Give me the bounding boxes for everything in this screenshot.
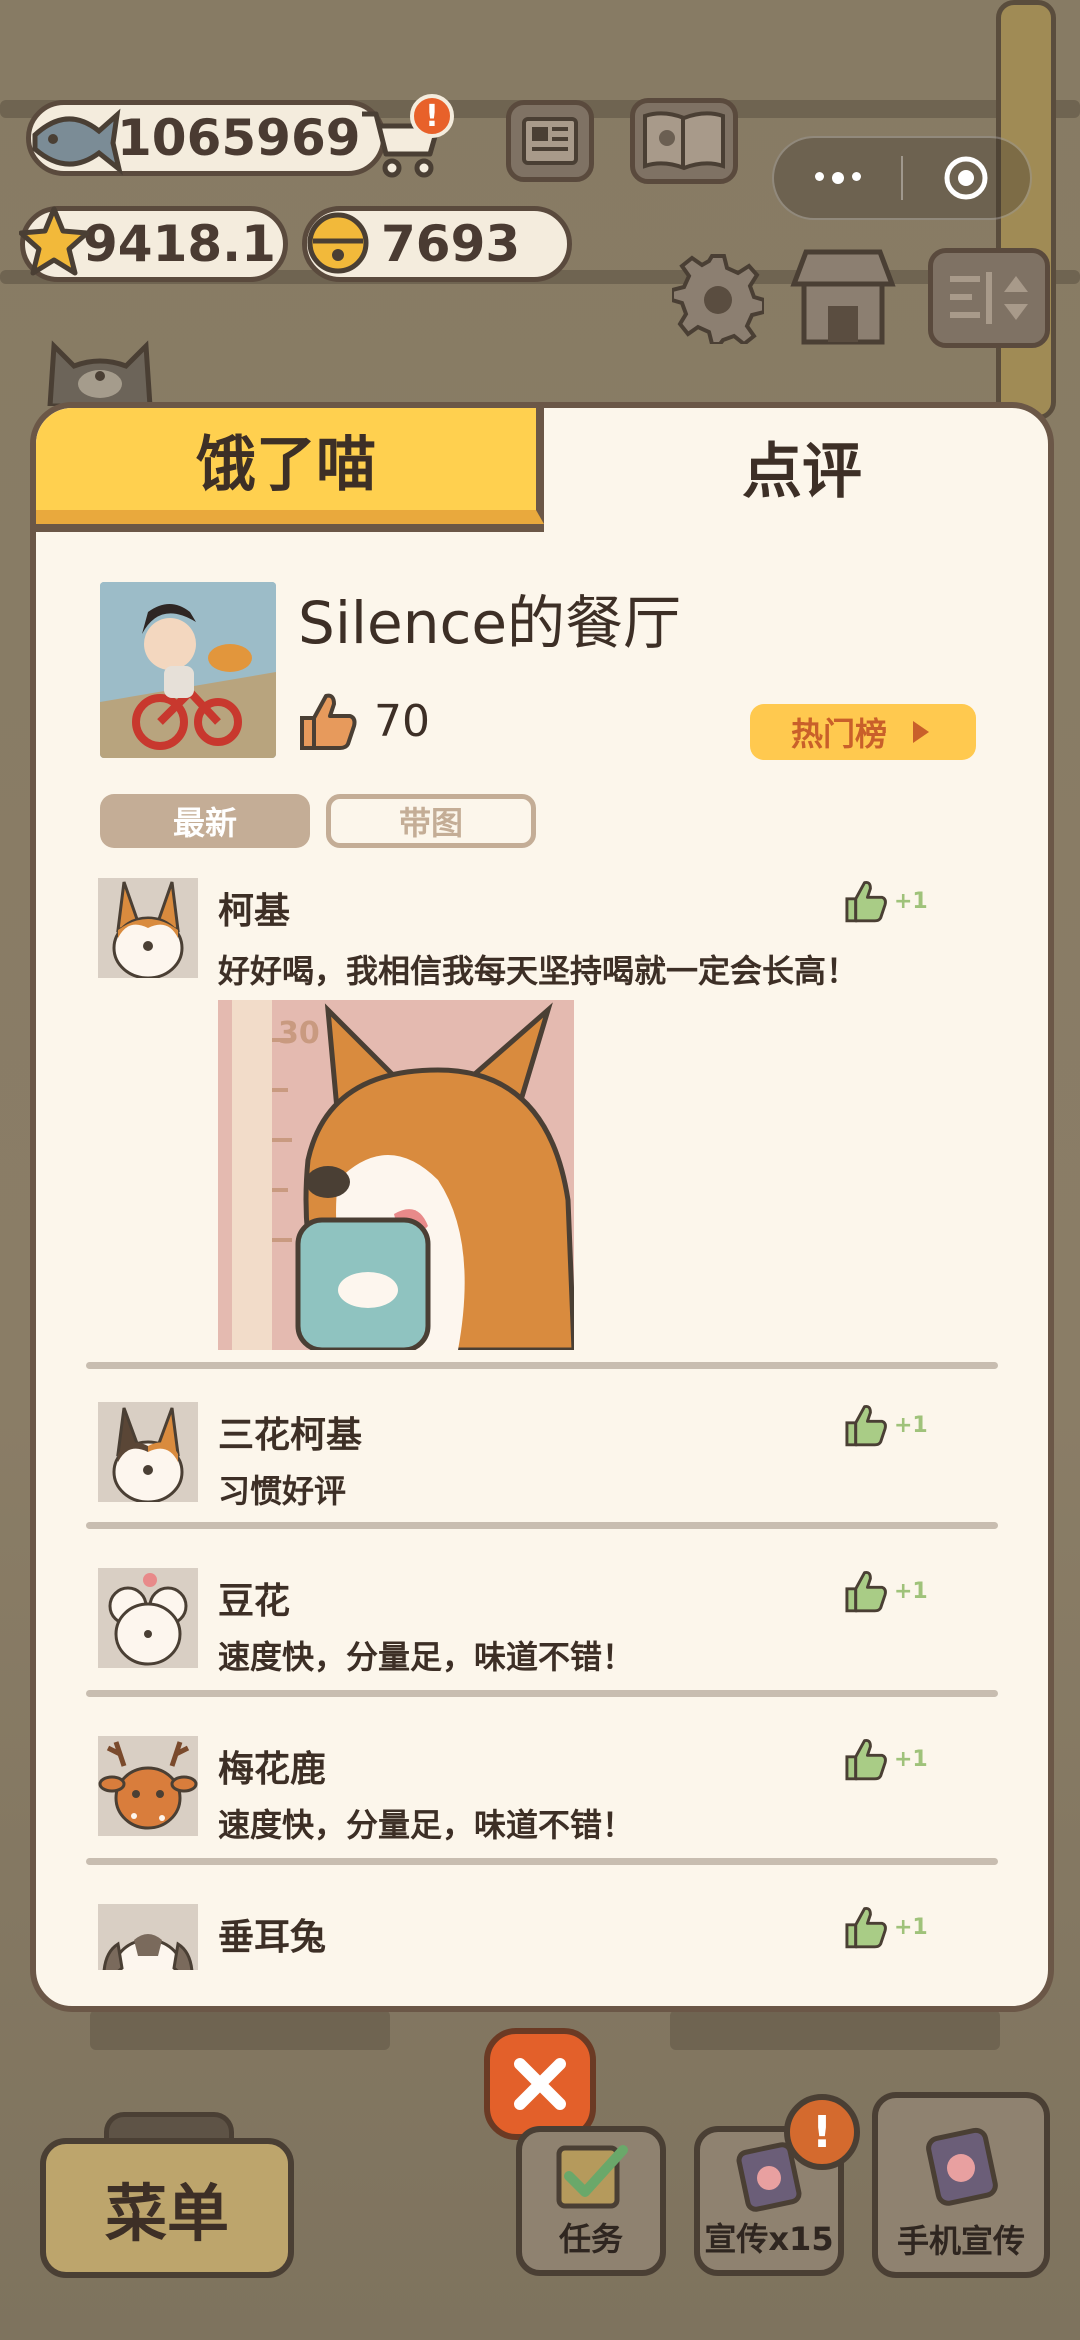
star-amount: 9418.1 [83,215,276,273]
like-plus-one: +1 [894,1914,928,1940]
thumbs-up-icon [845,1404,887,1447]
like-plus-one: +1 [894,1412,928,1438]
thumbs-up-icon [845,1906,887,1949]
reviewer-name: 三花柯基 [218,1415,363,1456]
phone-flyer-icon [926,2127,998,2206]
close-button[interactable] [484,2028,596,2140]
reviewer-name: 豆花 [218,1581,291,1622]
star-icon [19,205,89,277]
review-separator [86,1362,998,1369]
review-like-button[interactable]: +1 [844,1568,928,1614]
fish-amount: 1065969 [117,109,361,167]
deer-avatar [98,1736,198,1836]
hot-list-button[interactable]: 热门榜 [750,704,976,760]
close-miniprogram-icon[interactable] [903,154,1030,202]
review-panel: 饿了喵 点评 Silence的餐厅 70 热门榜 最新 带图 柯基 +1 好好喝… [30,402,1054,2012]
tab-hungry-cat[interactable]: 饿了喵 [36,408,544,524]
bell-amount: 7693 [381,215,521,273]
hot-list-label: 热门榜 [790,715,887,753]
filter-latest[interactable]: 最新 [100,794,310,848]
tab-review[interactable]: 点评 [544,408,1048,524]
newspaper-button[interactable] [506,100,594,182]
review-item: 垂耳兔 +1 [36,1904,1048,1974]
tab-hungry-cat-label: 饿了喵 [196,429,376,500]
ruler-mark-label: 30 [278,1016,320,1051]
like-plus-one: +1 [894,1746,928,1772]
review-text: 速度快，分量足，味道不错！ [218,1806,635,1844]
menu-button[interactable]: 菜单 [40,2138,294,2278]
promote-alert-badge: ! [784,2094,860,2170]
review-like-button[interactable]: +1 [844,1402,928,1448]
review-like-button[interactable]: +1 [844,1904,928,1950]
sort-button[interactable] [928,248,1050,348]
review-photo[interactable]: 30 [218,1000,574,1350]
fish-icon [27,95,123,185]
shop-icon[interactable] [786,244,900,348]
review-text: 好好喝，我相信我每天坚持喝就一定会长高！ [218,952,859,990]
review-item: 梅花鹿 +1 速度快，分量足，味道不错！ [36,1736,1048,1846]
phone-promote-button[interactable]: 手机宣传 [872,2092,1050,2278]
star-currency: 9418.1 [19,205,288,282]
tasks-label: 任务 [558,2220,623,2258]
review-item: 豆花 +1 速度快，分量足，味道不错！ [36,1568,1048,1678]
corgi-avatar [98,878,198,978]
book-icon [643,111,725,171]
poodle-avatar [98,1568,198,1668]
promote-label: 宣传x15 [704,2220,834,2258]
background-table [670,2010,1000,2050]
likes-count: 70 [374,695,430,747]
bell-icon [303,205,373,277]
tab-review-label: 点评 [742,436,862,507]
bell-currency: 7693 [302,206,572,282]
tricolor-corgi-avatar [98,1402,198,1502]
thumbs-up-icon [845,880,887,923]
more-options-icon[interactable] [774,172,901,184]
fish-currency: 1065969 [26,100,386,176]
review-item: 三花柯基 +1 习惯好评 [36,1402,1048,1512]
thumbs-up-icon [300,693,357,750]
arrow-right-icon [913,721,929,743]
close-icon [514,2058,566,2110]
checklist-icon [556,2145,628,2209]
phone-promote-label: 手机宣传 [896,2222,1025,2260]
cat-character-icon [40,326,160,409]
restaurant-name: Silence的餐厅 [298,589,682,657]
newspaper-icon [522,117,578,165]
review-separator [86,1522,998,1529]
like-plus-one: +1 [894,1578,928,1604]
review-like-button[interactable]: +1 [844,1736,928,1782]
reviewer-name: 柯基 [218,891,291,932]
review-text: 速度快，分量足，味道不错！ [218,1638,635,1676]
reviewer-name: 梅花鹿 [218,1749,327,1790]
settings-gear-icon[interactable] [670,252,766,347]
lop-rabbit-avatar [98,1904,198,1970]
like-plus-one: +1 [894,888,928,914]
mini-program-capsule [772,136,1032,220]
restaurant-avatar [100,582,276,758]
sort-icon [950,272,1028,324]
review-separator [86,1690,998,1697]
filter-with-image[interactable]: 带图 [326,794,536,848]
thumbs-up-icon [845,1738,887,1781]
tasks-button[interactable]: 任务 [516,2126,666,2276]
background-table [90,2010,390,2050]
tab-divider [36,524,544,532]
thumbs-up-icon [845,1570,887,1613]
review-separator [86,1858,998,1865]
restaurant-likes: 70 [298,690,430,752]
review-text: 习惯好评 [218,1472,347,1510]
menu-label: 菜单 [104,2177,229,2250]
review-like-button[interactable]: +1 [844,878,928,924]
cart-alert-badge: ! [410,94,454,138]
reviewer-name: 垂耳兔 [218,1917,327,1958]
review-item: 柯基 +1 好好喝，我相信我每天坚持喝就一定会长高！ 30 [36,878,1048,1350]
guide-book-button[interactable] [630,98,738,184]
